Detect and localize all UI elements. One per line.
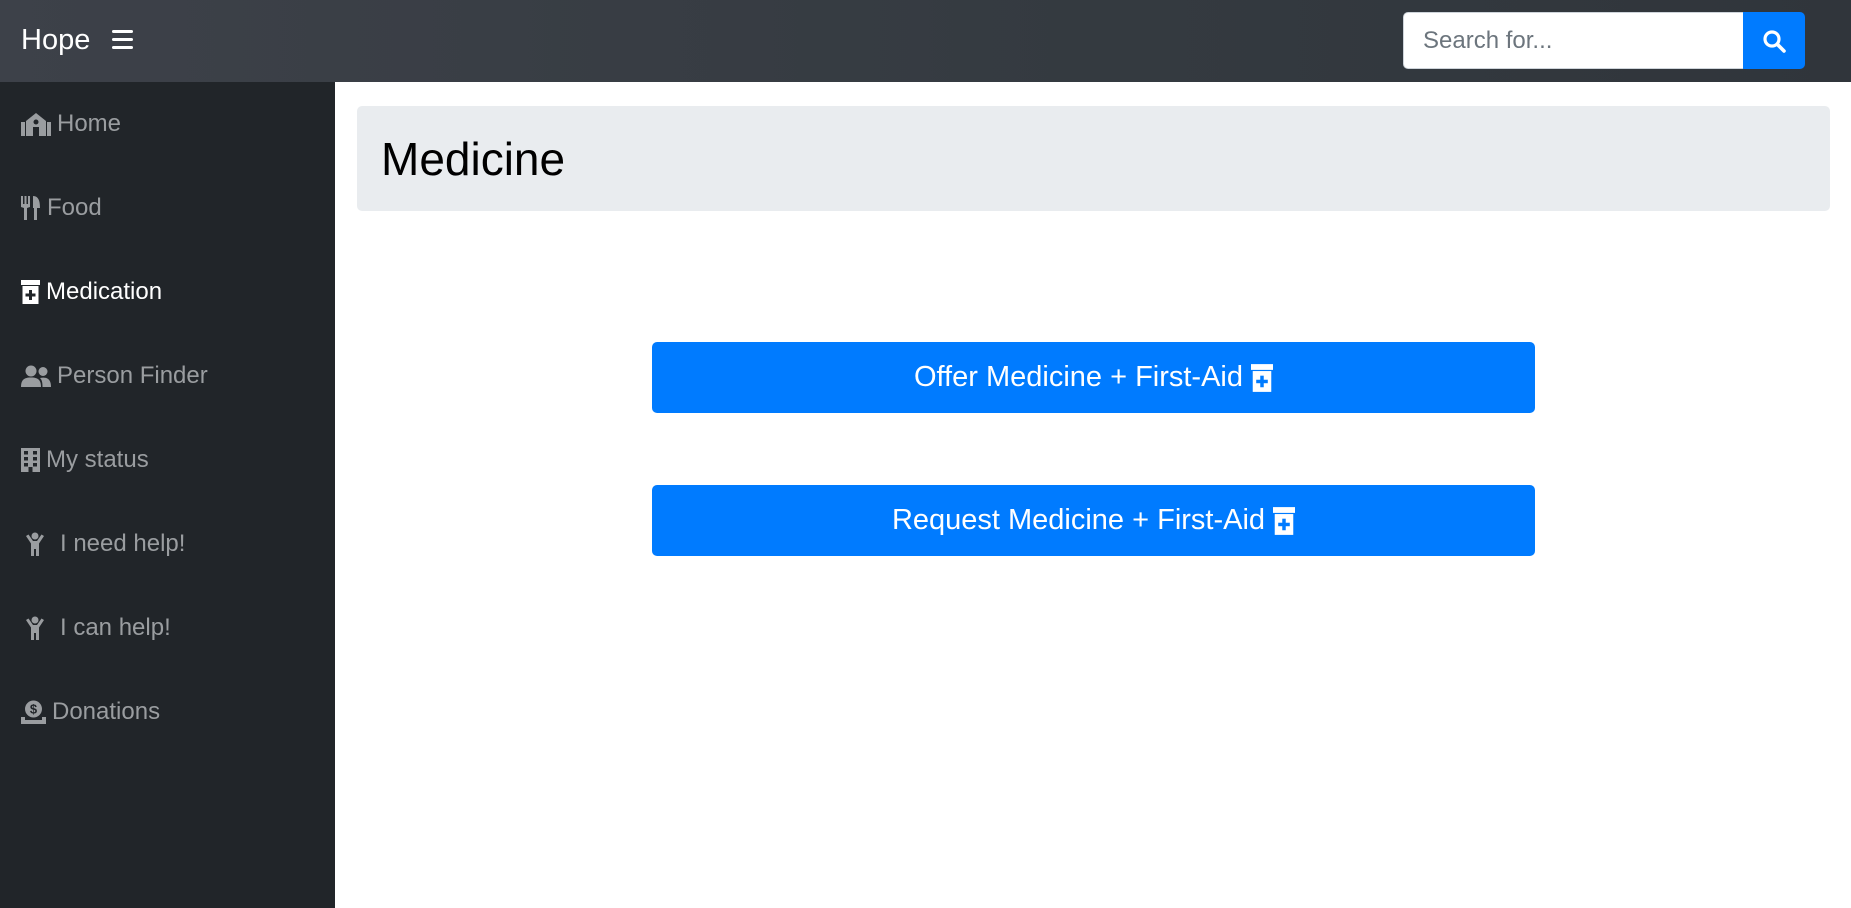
sidebar-item-label: Food xyxy=(47,194,102,221)
request-medicine-label: Request Medicine + First-Aid xyxy=(891,504,1266,536)
sidebar-item-home[interactable]: Home xyxy=(21,104,121,144)
page-title: Medicine xyxy=(381,133,566,185)
search-button[interactable] xyxy=(1743,12,1805,69)
brand-logo[interactable]: Hope xyxy=(21,22,90,58)
sidebar-item-label: I can help! xyxy=(60,614,171,641)
utensils-icon xyxy=(21,196,41,220)
donate-icon: $ xyxy=(21,700,46,724)
sidebar-item-food[interactable]: Food xyxy=(21,188,102,228)
building-icon xyxy=(21,448,40,472)
search-form xyxy=(1403,12,1805,69)
offer-medicine-button[interactable]: Offer Medicine + First-Aid xyxy=(652,342,1535,413)
sidebar-item-label: My status xyxy=(46,446,149,473)
child-icon xyxy=(26,616,44,640)
sidebar-item-person-finder[interactable]: Person Finder xyxy=(21,356,208,396)
sidebar-item-label: Person Finder xyxy=(57,362,208,389)
users-icon xyxy=(21,365,51,387)
offer-medicine-label: Offer Medicine + First-Aid xyxy=(913,361,1244,393)
sidebar-item-i-can-help[interactable]: I can help! xyxy=(21,608,171,648)
sidebar-item-label: Donations xyxy=(52,698,161,725)
sidebar-item-label: Medication xyxy=(46,278,163,305)
search-icon xyxy=(1763,29,1786,53)
home-icon xyxy=(21,112,51,136)
child-icon xyxy=(26,532,44,556)
sidebar-item-i-need-help[interactable]: I need help! xyxy=(21,524,185,564)
top-navbar: Hope xyxy=(0,0,1851,82)
sidebar: Home Food Medication Person Finder My st… xyxy=(0,82,335,908)
prescription-bottle-icon xyxy=(1273,506,1296,536)
prescription-bottle-icon xyxy=(1251,363,1274,393)
main-content: Medicine Offer Medicine + First-Aid Requ… xyxy=(335,82,1851,908)
page-header: Medicine xyxy=(357,106,1830,211)
search-input[interactable] xyxy=(1403,12,1743,69)
prescription-bottle-icon xyxy=(21,280,40,304)
sidebar-item-label: I need help! xyxy=(60,530,186,557)
sidebar-item-label: Home xyxy=(57,110,122,137)
request-medicine-button[interactable]: Request Medicine + First-Aid xyxy=(652,485,1535,556)
sidebar-item-medication[interactable]: Medication xyxy=(21,272,162,312)
menu-toggle-icon[interactable] xyxy=(112,30,133,50)
sidebar-item-my-status[interactable]: My status xyxy=(21,440,149,480)
svg-text:$: $ xyxy=(30,702,38,717)
sidebar-item-donations[interactable]: $ Donations xyxy=(21,692,160,732)
